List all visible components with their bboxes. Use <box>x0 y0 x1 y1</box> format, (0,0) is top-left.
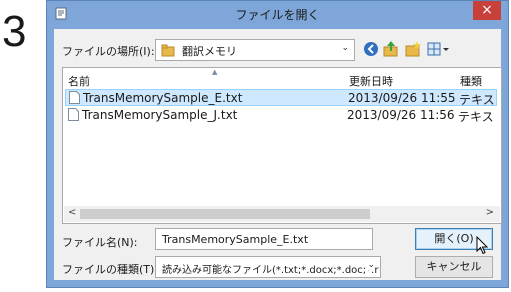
file-modified-cell: 2013/09/26 11:56 <box>347 108 455 122</box>
open-file-dialog: ファイルを開く × ファイルの場所(I): 翻訳メモリ ⌄ 名前 ▲ 更新日時 … <box>46 0 509 288</box>
new-folder-icon[interactable] <box>404 38 422 60</box>
file-row[interactable]: TransMemorySample_E.txt 2013/09/26 11:55… <box>65 89 497 107</box>
dialog-body: ファイルの場所(I): 翻訳メモリ ⌄ 名前 ▲ 更新日時 種類 TransMe… <box>54 29 502 280</box>
back-icon[interactable] <box>362 38 380 60</box>
chevron-down-icon[interactable]: ⌄ <box>365 260 375 270</box>
dialog-title: ファイルを開く <box>235 8 320 22</box>
up-folder-icon[interactable] <box>382 38 400 60</box>
text-file-icon <box>69 91 80 104</box>
file-modified-cell: 2013/09/26 11:55 <box>348 91 456 105</box>
sort-ascending-icon: ▲ <box>212 68 218 76</box>
scroll-left-icon[interactable]: < <box>68 207 76 218</box>
file-type-value: 読み込み可能なファイル(*.txt;*.docx;*.doc;*.r <box>162 265 379 276</box>
look-in-label: ファイルの場所(I): <box>62 45 155 58</box>
file-type-cell: テキス <box>458 110 494 124</box>
cancel-button[interactable]: キャンセル <box>415 256 493 278</box>
file-name-cell: TransMemorySample_E.txt <box>83 91 243 105</box>
chevron-down-icon[interactable]: ⌄ <box>341 43 349 53</box>
title-bar[interactable]: ファイルを開く × <box>47 1 508 28</box>
scroll-thumb[interactable] <box>80 209 370 219</box>
file-name-input[interactable]: TransMemorySample_E.txt <box>155 228 373 250</box>
mouse-cursor-icon <box>476 236 489 255</box>
file-type-label: ファイルの種類(T): <box>62 263 159 276</box>
close-button[interactable]: × <box>473 1 501 20</box>
look-in-value: 翻訳メモリ <box>182 45 237 58</box>
look-in-dropdown[interactable]: 翻訳メモリ ⌄ <box>155 39 355 61</box>
file-name-value: TransMemorySample_E.txt <box>162 233 309 246</box>
file-list[interactable]: 名前 ▲ 更新日時 種類 TransMemorySample_E.txt 201… <box>62 67 502 224</box>
view-menu-icon[interactable] <box>426 38 452 60</box>
file-name-label: ファイル名(N): <box>62 236 138 249</box>
file-row[interactable]: TransMemorySample_J.txt 2013/09/26 11:56… <box>65 107 497 124</box>
scroll-right-icon[interactable]: > <box>486 207 494 218</box>
folder-icon <box>161 44 175 57</box>
file-type-dropdown[interactable]: 読み込み可能なファイル(*.txt;*.docx;*.doc;*.r ⌄ <box>155 256 381 278</box>
step-number: 3 <box>2 7 27 56</box>
column-header-name[interactable]: 名前 <box>68 73 90 89</box>
column-header-type[interactable]: 種類 <box>460 73 482 89</box>
horizontal-scrollbar[interactable]: < > <box>64 206 500 222</box>
text-file-icon <box>68 108 79 121</box>
file-type-cell: テキス <box>459 93 495 107</box>
column-header-modified[interactable]: 更新日時 <box>349 73 393 89</box>
file-name-cell: TransMemorySample_J.txt <box>82 108 238 122</box>
